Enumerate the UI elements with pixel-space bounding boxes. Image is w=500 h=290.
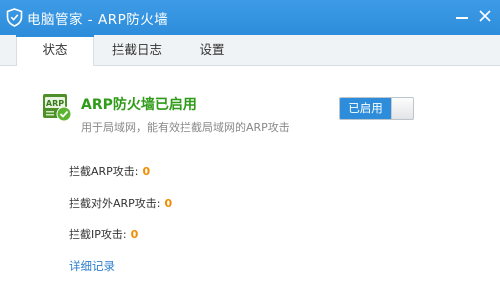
window-title: 电脑管家 - ARP防火墙: [27, 12, 169, 28]
stat-arp-attacks: 拦截ARP攻击: 0: [69, 163, 150, 179]
stat-value: 0: [164, 197, 173, 210]
stat-label: 拦截ARP攻击:: [69, 165, 139, 178]
close-icon[interactable]: [478, 9, 492, 23]
svg-text:ARP: ARP: [46, 99, 64, 108]
stat-ip-attacks: 拦截IP攻击: 0: [69, 226, 138, 242]
tab-bar: 状态 拦截日志 设置: [0, 35, 500, 66]
arp-shield-icon: ARP: [43, 94, 72, 122]
stat-value: 0: [142, 165, 151, 178]
firewall-description: 用于局域网，能有效拦截局域网的ARP攻击: [81, 121, 290, 134]
toggle-knob: [391, 98, 413, 119]
tab-intercept-log[interactable]: 拦截日志: [102, 35, 172, 65]
stat-label: 拦截对外ARP攻击:: [69, 197, 161, 210]
details-link[interactable]: 详细记录: [69, 258, 115, 274]
tab-status[interactable]: 状态: [16, 35, 94, 66]
stat-value: 0: [130, 228, 139, 241]
stat-outbound-arp-attacks: 拦截对外ARP攻击: 0: [69, 195, 172, 211]
tab-settings[interactable]: 设置: [184, 35, 240, 65]
firewall-toggle[interactable]: 已启用: [339, 97, 414, 120]
stat-label: 拦截IP攻击:: [69, 228, 127, 241]
minimize-icon[interactable]: [455, 10, 469, 24]
firewall-status-title: ARP防火墙已启用: [81, 97, 197, 113]
shield-icon: [6, 8, 23, 27]
toggle-label: 已启用: [340, 98, 391, 119]
title-bar: 电脑管家 - ARP防火墙: [0, 0, 500, 35]
